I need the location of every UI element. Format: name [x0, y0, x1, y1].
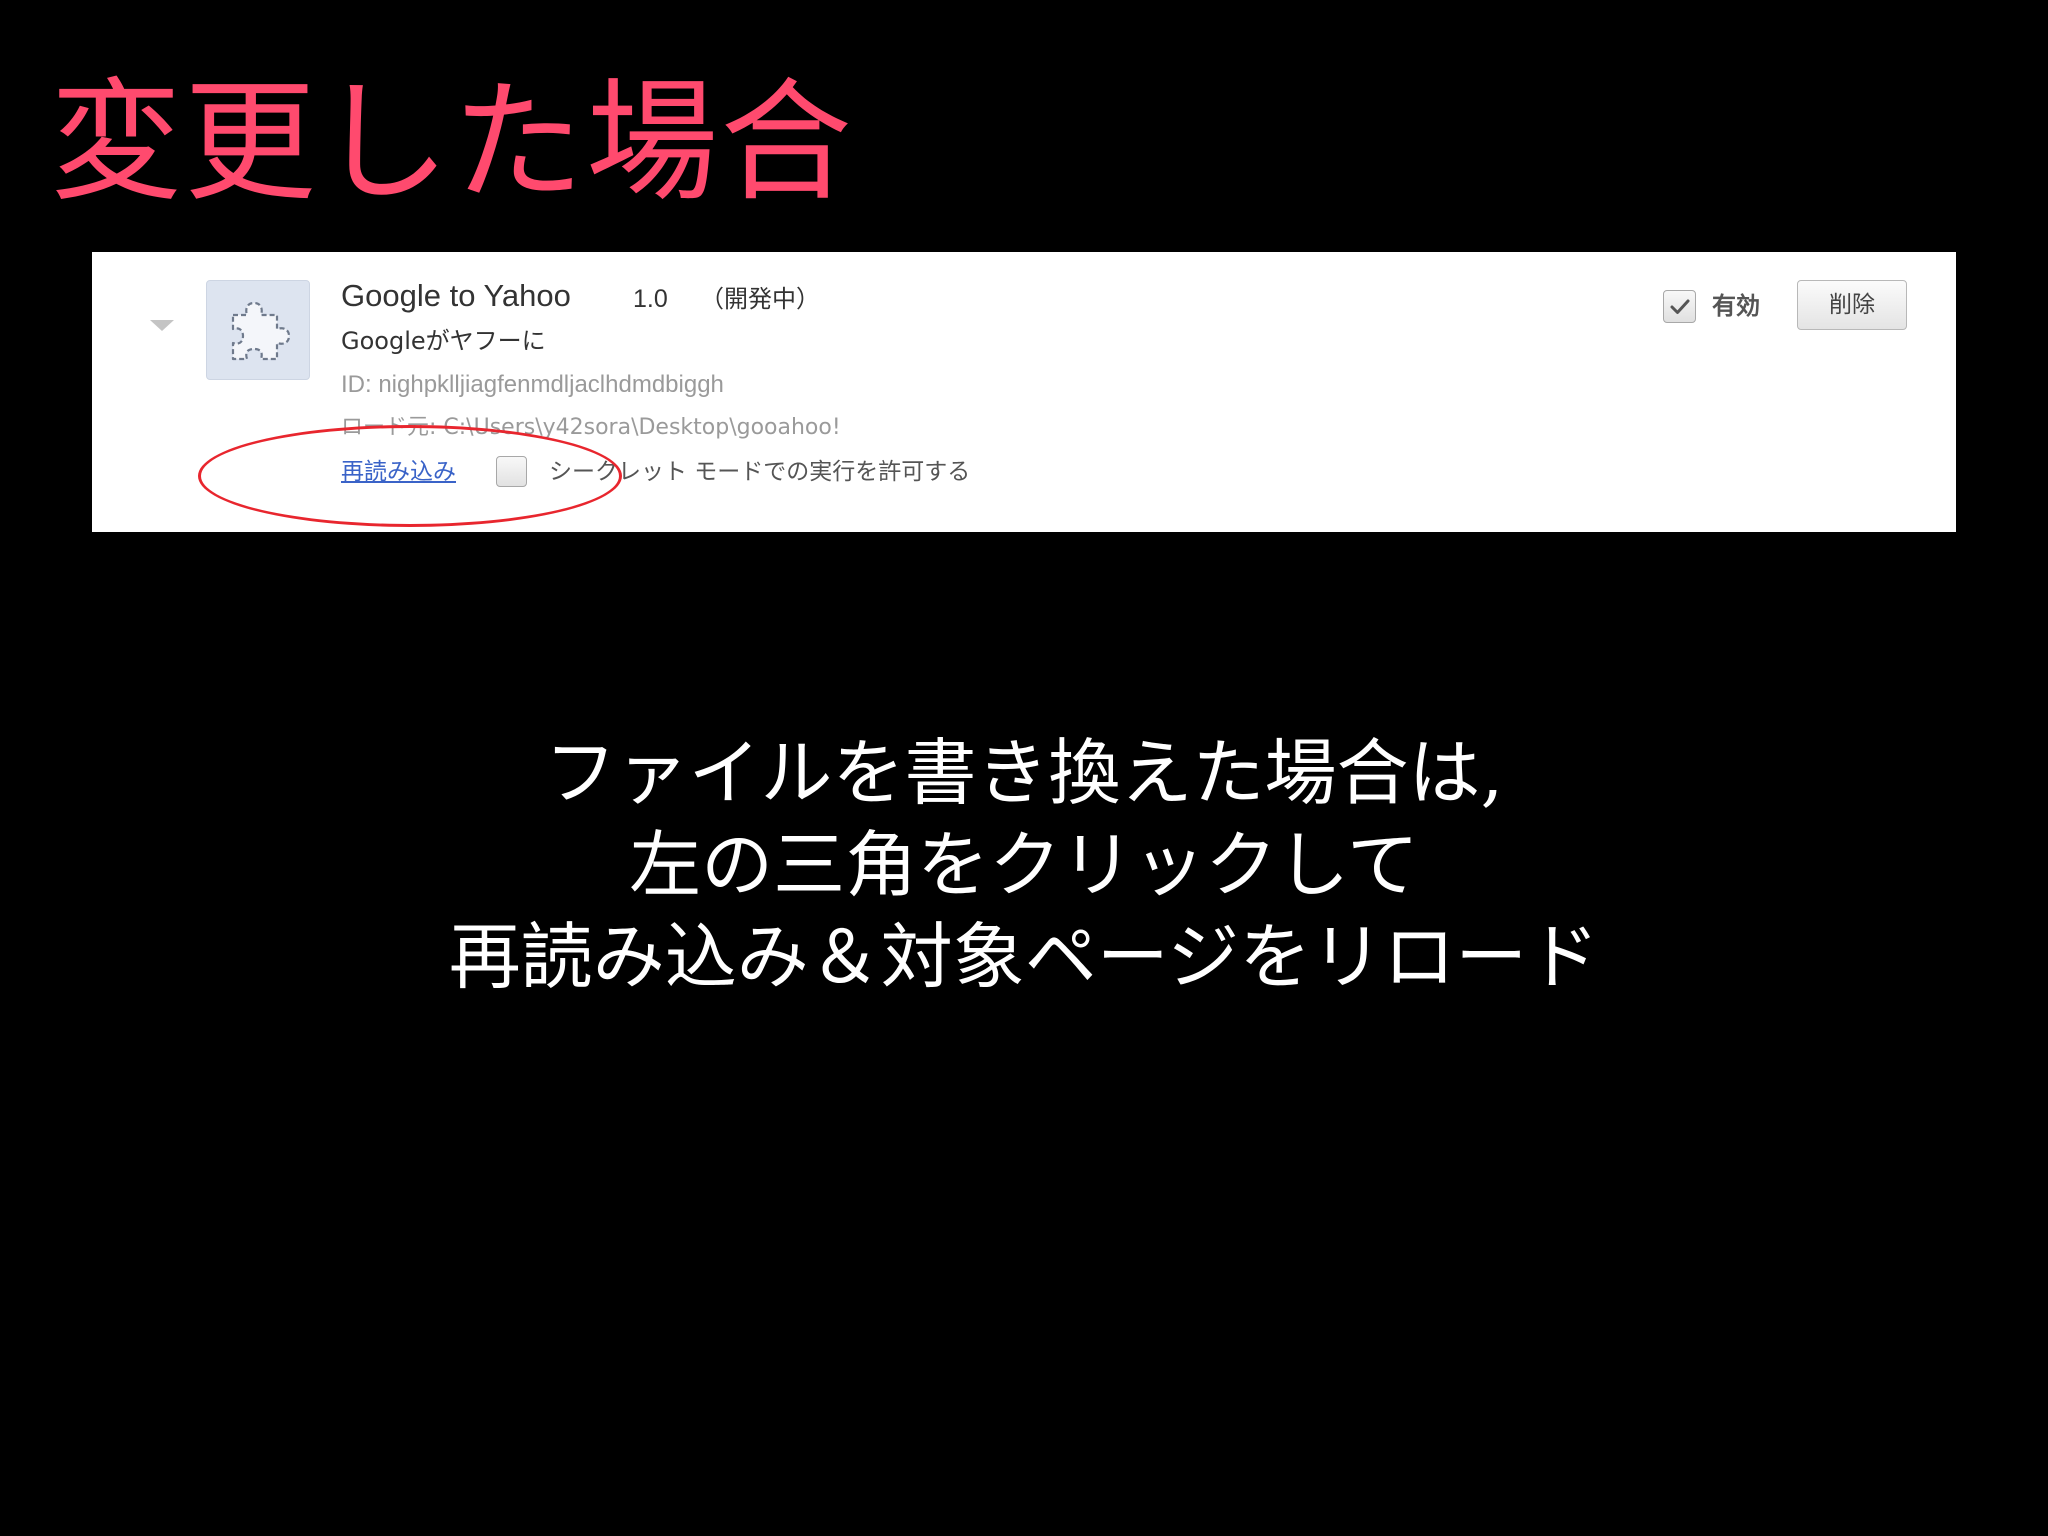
extension-icon — [206, 280, 310, 380]
extension-description: Googleがヤフーに — [341, 327, 546, 355]
delete-button[interactable]: 削除 — [1797, 280, 1907, 330]
enable-checkbox[interactable] — [1663, 290, 1696, 323]
body-line: ファイルを書き換えた場合は, — [544, 731, 1504, 815]
slide-title: 変更した場合 — [50, 66, 854, 220]
extension-id: ID: nighpklljiagfenmdljaclhdmdbiggh — [341, 371, 724, 398]
expand-triangle-icon[interactable] — [150, 320, 174, 331]
extension-version: 1.0 — [633, 285, 668, 313]
slide-body: ファイルを書き換えた場合は, 左の三角をクリックして 再読み込み＆対象ページをリ… — [0, 727, 2048, 1003]
enable-label: 有効 — [1712, 292, 1760, 320]
highlight-ellipse — [198, 425, 622, 527]
extension-name: Google to Yahoo — [341, 278, 571, 313]
puzzle-piece-icon — [231, 301, 291, 361]
extension-status: （開発中） — [700, 285, 820, 313]
body-line: 再読み込み＆対象ページをリロード — [448, 915, 1600, 999]
checkmark-icon — [1670, 299, 1690, 314]
body-line: 左の三角をクリックして — [629, 823, 1419, 907]
